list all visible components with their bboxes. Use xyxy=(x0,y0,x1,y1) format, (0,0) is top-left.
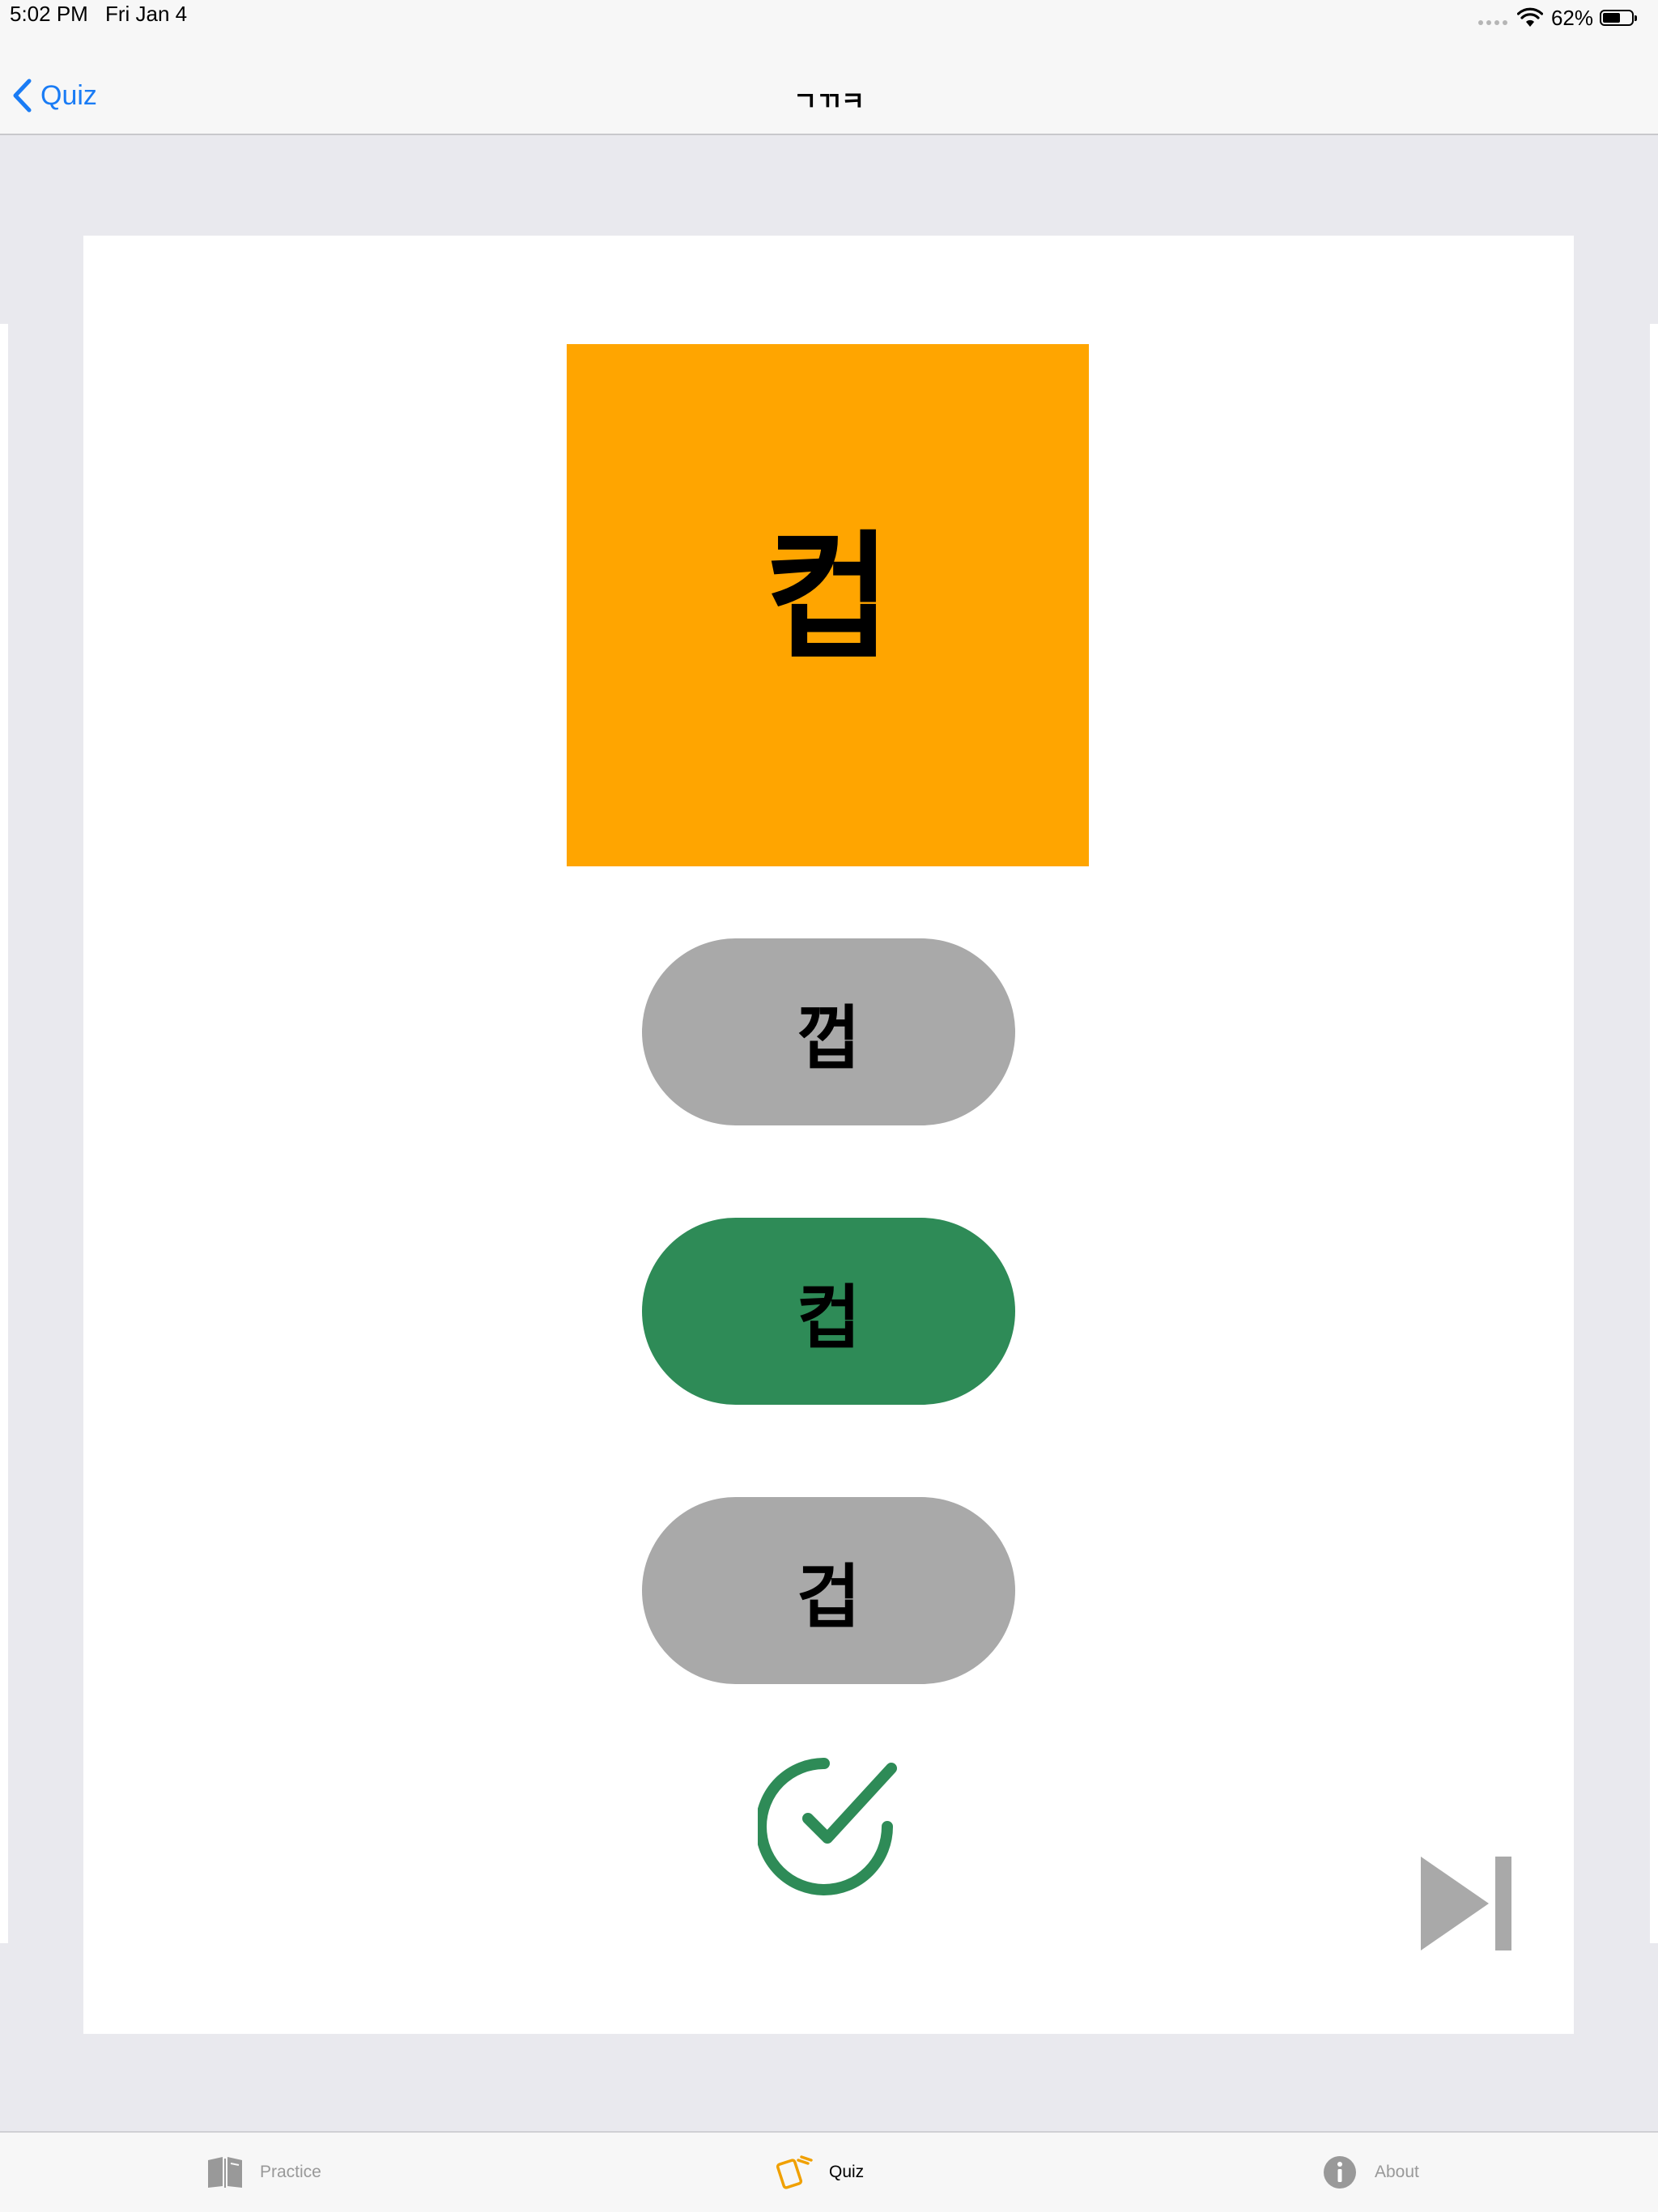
answer-option-1[interactable]: 껍 xyxy=(642,938,1015,1125)
cards-icon xyxy=(776,2155,813,2189)
tab-bar: Practice Quiz About xyxy=(0,2131,1658,2212)
tab-label: About xyxy=(1375,2163,1419,2181)
status-date: Fri Jan 4 xyxy=(105,2,188,26)
quiz-card: 컵 껍 컵 겁 xyxy=(83,236,1574,2034)
battery-percent: 62% xyxy=(1550,5,1593,30)
prompt-character: 컵 xyxy=(764,517,891,678)
tab-label: Practice xyxy=(260,2163,321,2181)
tab-about[interactable]: About xyxy=(1321,2155,1419,2189)
answer-option-3[interactable]: 겁 xyxy=(642,1497,1015,1684)
left-edge xyxy=(0,324,8,1943)
prompt-tile: 컵 xyxy=(567,344,1089,866)
right-edge xyxy=(1650,324,1658,1943)
battery-icon xyxy=(1600,10,1637,26)
status-time: 5:02 PM xyxy=(10,2,88,26)
book-icon xyxy=(208,2157,242,2188)
correct-checkmark-icon xyxy=(758,1758,897,1895)
tab-practice[interactable]: Practice xyxy=(206,2155,321,2189)
answer-option-label: 껍 xyxy=(796,998,861,1079)
status-indicators: 62% xyxy=(1477,2,1637,34)
tab-quiz[interactable]: Quiz xyxy=(776,2155,864,2189)
cellular-signal-icon xyxy=(1477,20,1507,25)
answer-option-label: 컵 xyxy=(796,1278,861,1359)
skip-next-icon[interactable] xyxy=(1418,1855,1515,1952)
info-icon xyxy=(1324,2156,1356,2189)
wifi-icon xyxy=(1516,7,1543,27)
page-title: ㄱㄲㅋ xyxy=(793,86,865,117)
status-bar: 5:02 PM Fri Jan 4 62% xyxy=(0,0,1658,49)
answer-option-2[interactable]: 컵 xyxy=(642,1218,1015,1405)
answer-option-label: 겁 xyxy=(796,1557,861,1638)
tab-label: Quiz xyxy=(829,2163,865,2181)
app-screen: 5:02 PM Fri Jan 4 62% Quiz ㄱㄲㅋ 컵 껍 컵 겁 P… xyxy=(0,0,1658,2212)
navigation-bar: Quiz ㄱㄲㅋ xyxy=(0,49,1658,135)
